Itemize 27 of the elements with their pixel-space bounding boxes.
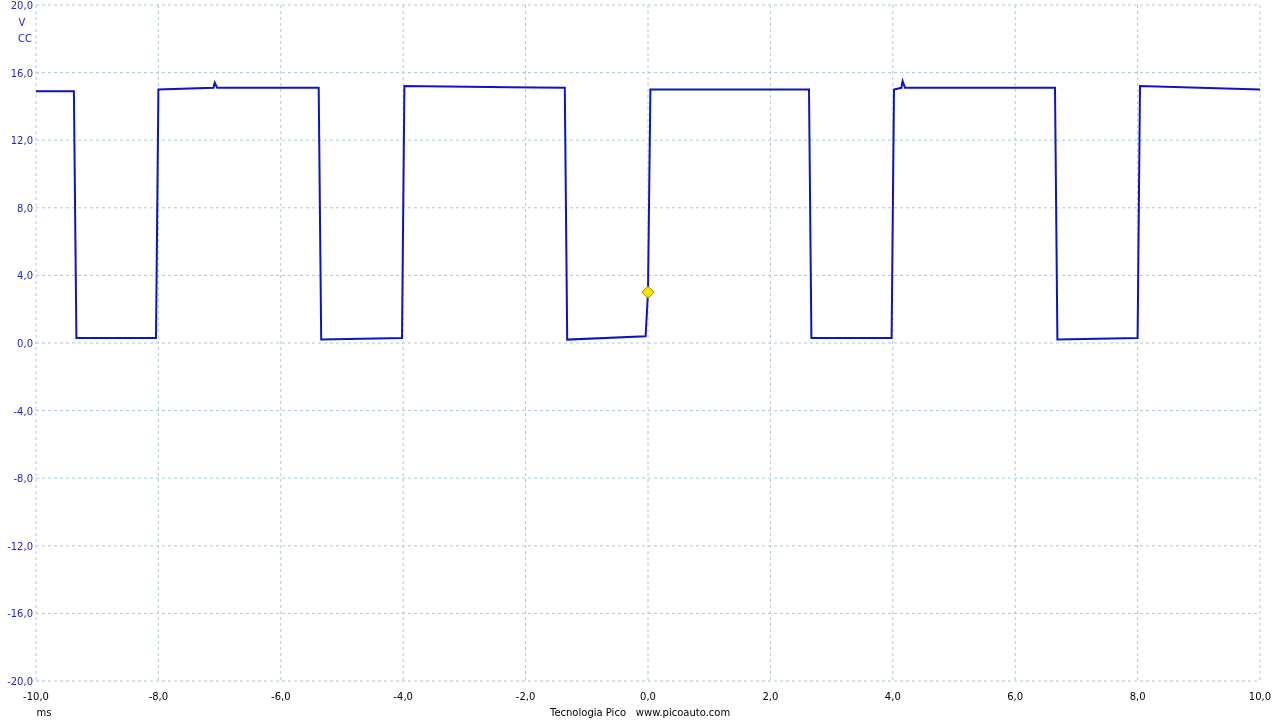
x-axis-tick-label: -4,0 [393, 691, 413, 702]
x-axis-unit-label: ms [36, 707, 52, 718]
y-axis-tick-label: -20,0 [7, 676, 33, 687]
y-axis-tick-label: 8,0 [17, 202, 33, 214]
y-axis-tick-label: 16,0 [10, 67, 33, 79]
y-axis-tick-label: -16,0 [7, 608, 33, 620]
x-axis-tick-label: -8,0 [148, 691, 169, 702]
y-axis-tick-label: -4,0 [13, 405, 33, 417]
x-axis-tick-label: 6,0 [1007, 691, 1024, 702]
y-axis-tick-label: 20,0 [10, 0, 33, 11]
coupling-label: CC [18, 33, 32, 44]
y-axis-tick-label: -12,0 [7, 540, 33, 552]
x-axis-tick-label: -6,0 [271, 691, 291, 702]
y-axis-tick-label: 12,0 [10, 135, 33, 147]
x-axis-tick-label: 4,0 [884, 691, 901, 702]
y-axis-unit-label: V [18, 17, 26, 28]
x-axis-tick-label: -2,0 [515, 691, 536, 702]
company-name: Tecnologia Pico [549, 707, 627, 718]
x-axis-tick-label: -10,0 [23, 691, 49, 702]
y-axis-tick-label: 0,0 [17, 338, 33, 349]
x-axis-tick-label: 0,0 [640, 691, 656, 702]
x-axis-tick-label: 2,0 [762, 691, 779, 702]
y-axis-tick-label: 4,0 [17, 270, 33, 282]
x-axis-tick-label: 8,0 [1129, 691, 1146, 702]
y-axis-tick-label: -8,0 [13, 473, 33, 485]
x-axis-tick-label: 10,0 [1248, 691, 1272, 702]
trigger-marker-icon[interactable] [641, 285, 655, 299]
